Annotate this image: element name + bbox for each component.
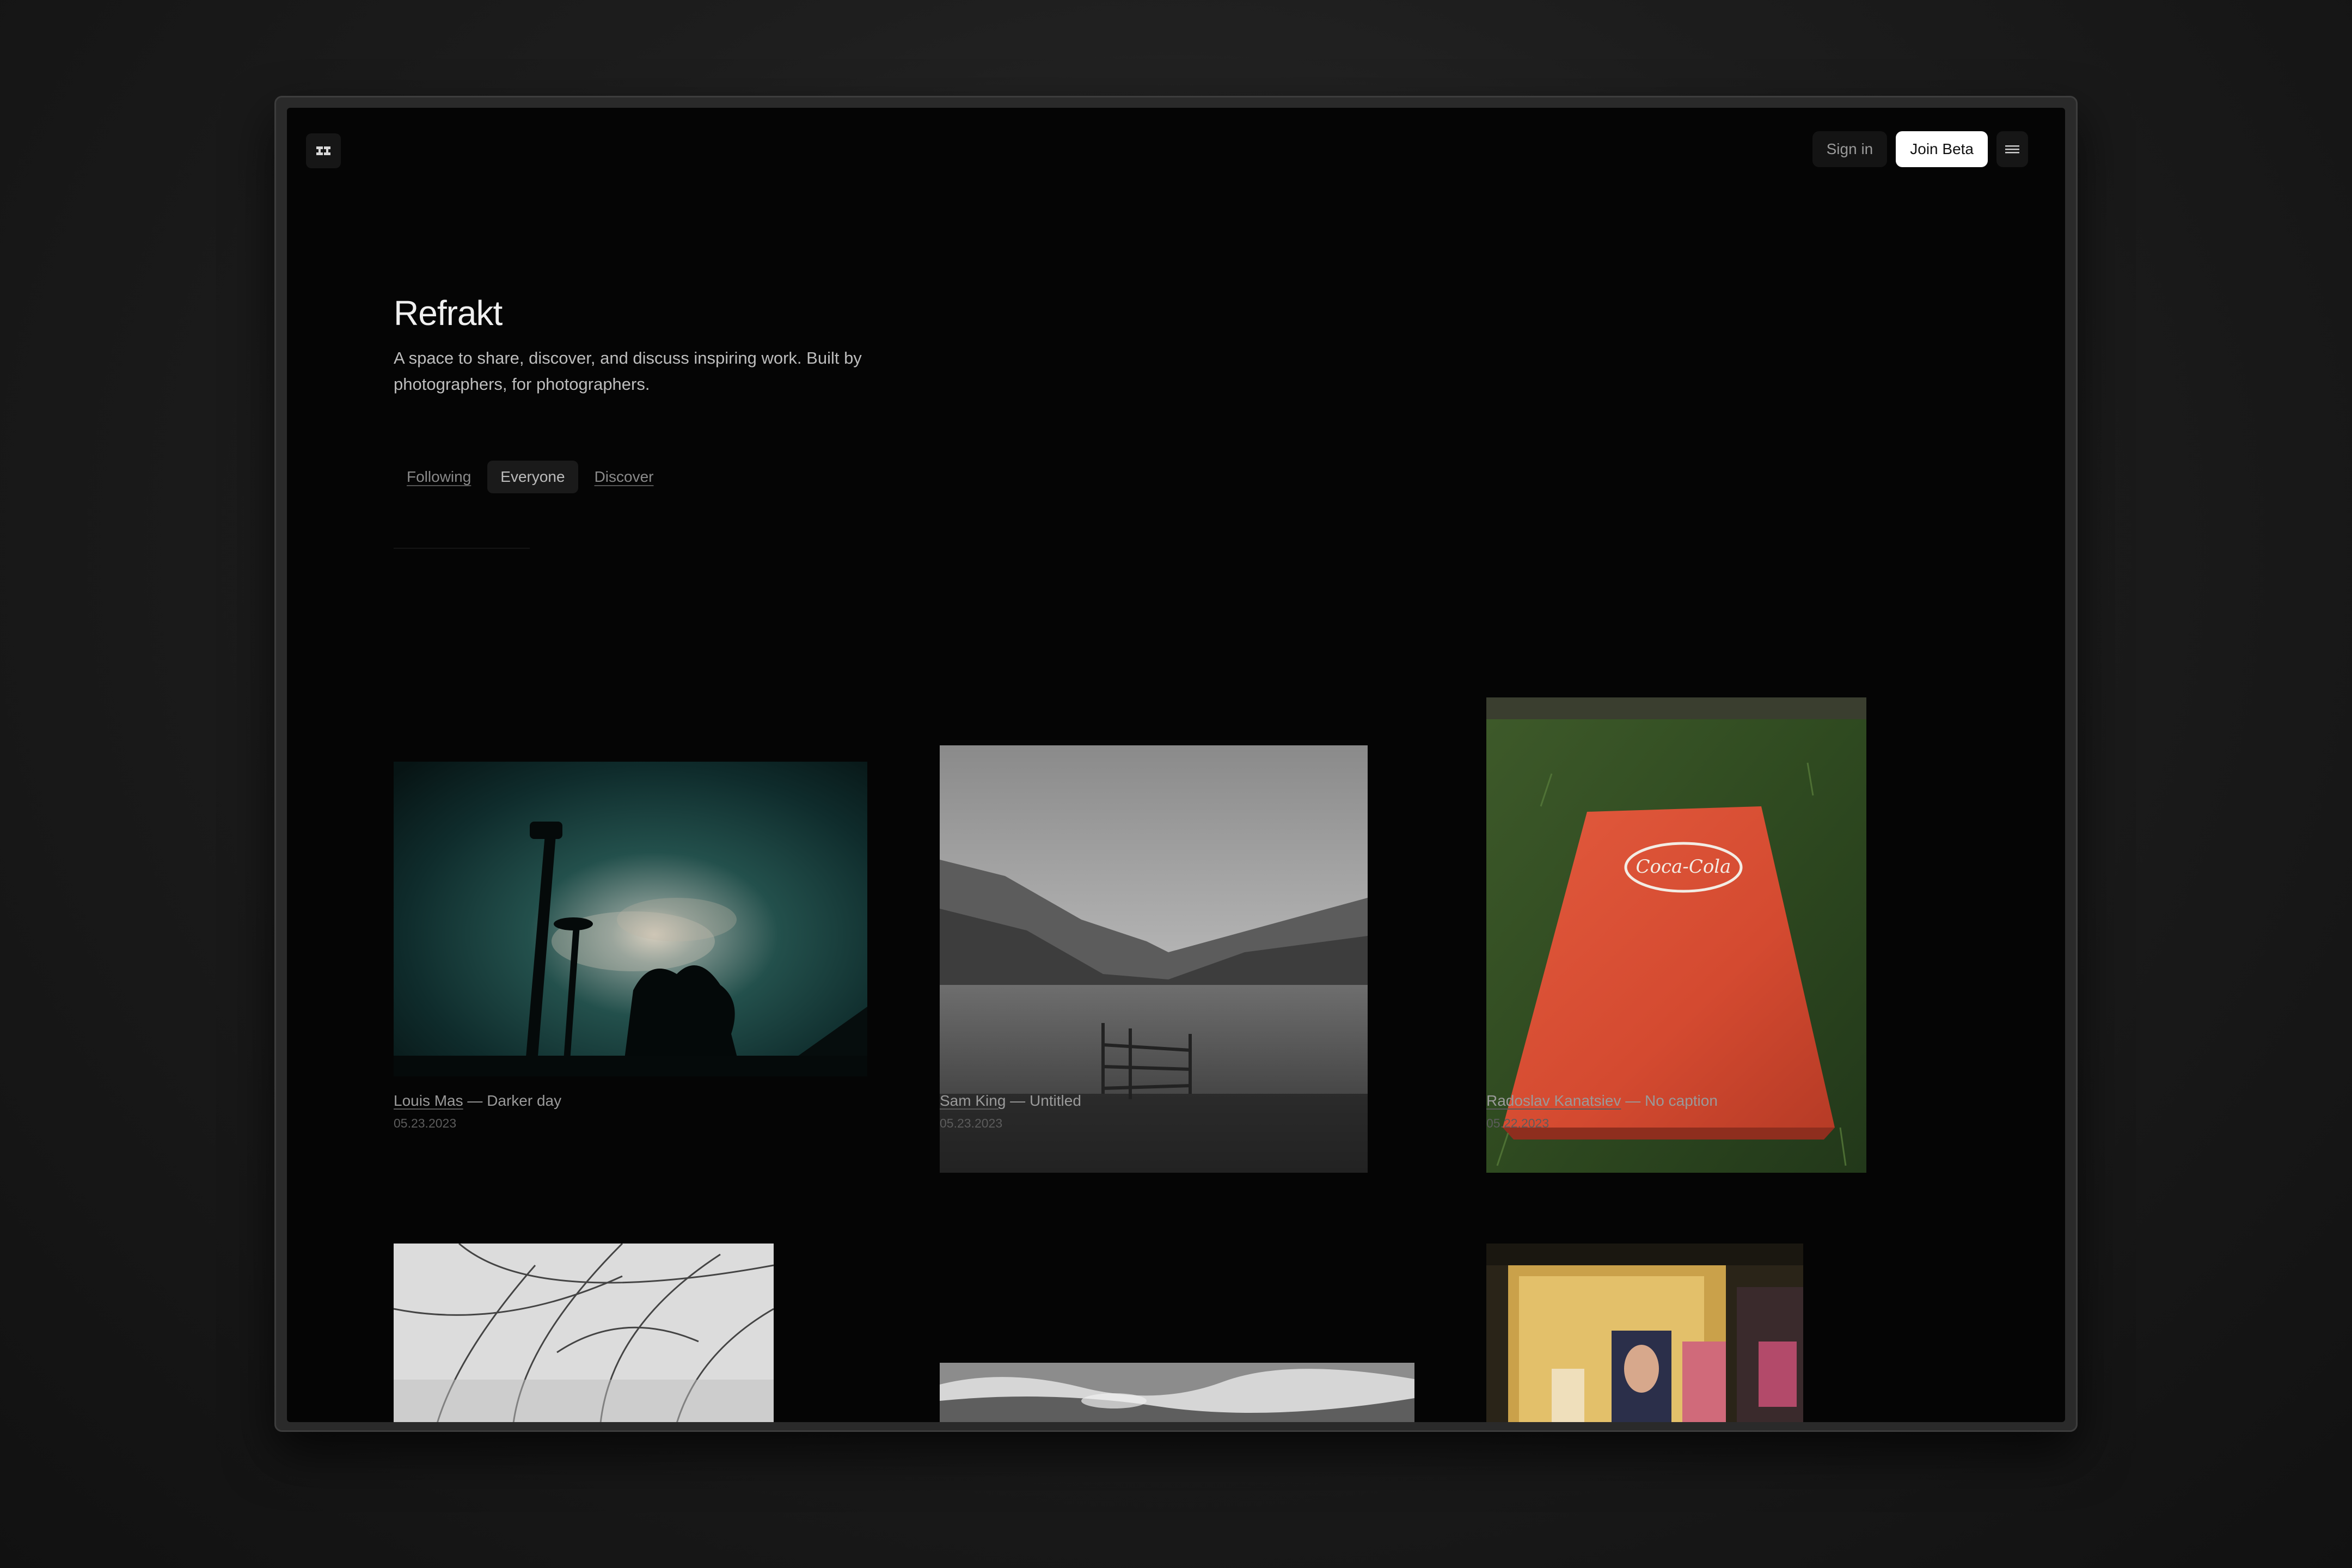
post-date: 05.23.2023 (394, 1116, 457, 1130)
post-photo[interactable] (394, 1244, 774, 1422)
page-title: Refrakt (394, 293, 503, 333)
post-author-link[interactable]: Radoslav Kanatsiev (1486, 1092, 1621, 1109)
tab-following[interactable]: Following (394, 461, 484, 493)
post-caption: Sam King — Untitled (940, 1092, 1081, 1110)
post-author-link[interactable]: Louis Mas (394, 1092, 463, 1109)
sign-in-button[interactable]: Sign in (1812, 131, 1888, 167)
page-subtitle: A space to share, discover, and discuss … (394, 348, 862, 394)
post-photo[interactable] (394, 762, 867, 1076)
post-title: Darker day (487, 1092, 562, 1109)
post-title: Untitled (1029, 1092, 1081, 1109)
caption-separator: — (463, 1092, 487, 1109)
post-caption: Radoslav Kanatsiev — No caption (1486, 1092, 1718, 1110)
post-caption: Louis Mas — Darker day (394, 1092, 561, 1110)
logo-button[interactable] (306, 133, 341, 168)
feed-tabs: Following Everyone Discover (394, 461, 667, 493)
tabs-divider (394, 548, 530, 549)
hamburger-menu-icon (2005, 145, 2019, 154)
post-date: 05.22.2023 (1486, 1116, 1549, 1130)
post-author-link[interactable]: Sam King (940, 1092, 1006, 1109)
menu-button[interactable] (1996, 131, 2028, 167)
post-title: No caption (1645, 1092, 1718, 1109)
post-photo[interactable] (940, 1363, 1414, 1422)
tab-everyone[interactable]: Everyone (487, 461, 578, 493)
post-date: 05.23.2023 (940, 1116, 1003, 1130)
app-screen: Sign in Join Beta Refrakt A space to sha… (287, 108, 2065, 1422)
browser-frame: Sign in Join Beta Refrakt A space to sha… (274, 96, 2078, 1432)
join-beta-button[interactable]: Join Beta (1896, 131, 1988, 167)
post-photo[interactable] (1486, 1244, 1803, 1422)
tab-discover[interactable]: Discover (581, 461, 667, 493)
caption-separator: — (1621, 1092, 1645, 1109)
coca-cola-logo: Coca-Cola (1636, 856, 1731, 878)
refrakt-logo-icon (316, 146, 330, 155)
caption-separator: — (1006, 1092, 1030, 1109)
header-actions: Sign in Join Beta (1812, 131, 2028, 167)
hero: Refrakt A space to share, discover, and … (394, 293, 938, 397)
